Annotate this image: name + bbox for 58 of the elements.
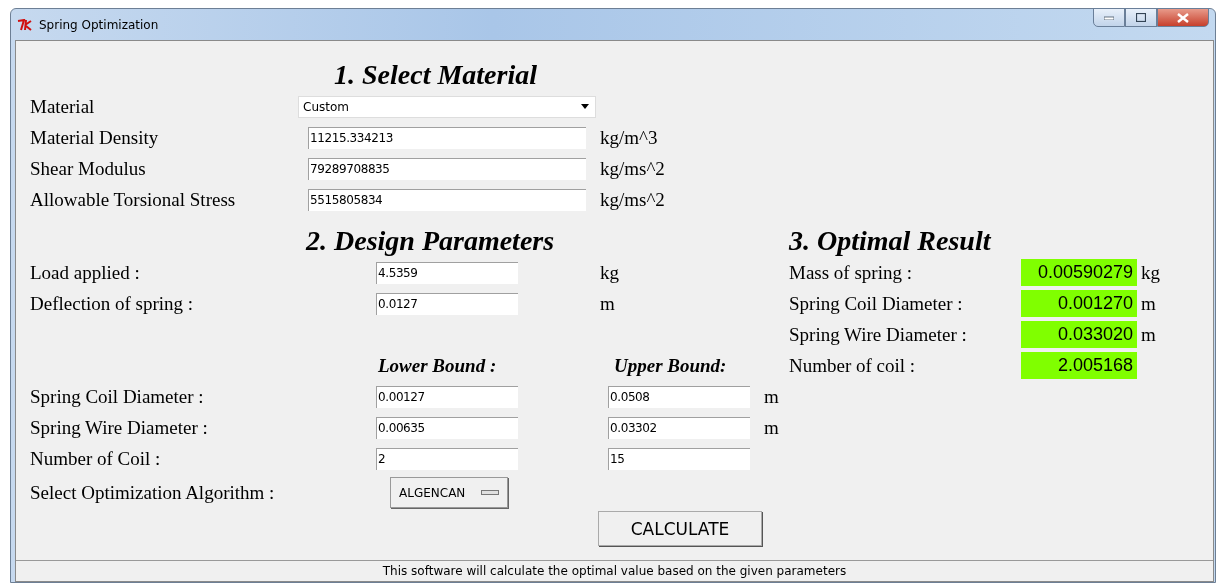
unit-label: m [1141,292,1156,315]
result-value: 0.00590279 [1021,259,1137,286]
result-value: 0.033020 [1021,321,1137,348]
section-heading: 2. Design Parameters [306,225,555,257]
result-label: Spring Wire Diameter : [789,323,968,346]
unit-label: m [1141,323,1156,346]
algorithm-menu-button[interactable]: ALGENCAN [390,477,508,508]
result-label: Mass of spring : [789,261,913,284]
section-heading: 3. Optimal Result [789,225,991,257]
material-dropdown[interactable]: Custom [298,95,596,118]
close-button[interactable] [1157,8,1209,27]
result-label: Number of coil : [789,354,917,377]
input-field[interactable]: 2 [376,447,518,470]
minimize-button[interactable] [1093,8,1125,27]
input-field[interactable]: 79289708835 [308,157,586,180]
unit-label: kg [600,261,619,284]
result-value: 0.001270 [1021,290,1137,317]
input-field[interactable]: 4.5359 [376,261,518,284]
input-field[interactable]: 15 [608,447,750,470]
section-heading: 1. Select Material [334,59,537,91]
field-label: Spring Coil Diameter : [30,385,205,408]
column-heading: Lower Bound : [378,354,498,377]
field-label: Number of Coil : [30,447,162,470]
unit-label: kg [1141,261,1160,284]
close-icon [1177,12,1189,23]
input-field[interactable]: 0.0508 [608,385,750,408]
maximize-button[interactable] [1125,8,1157,27]
dropdown-arrow-icon [581,104,589,109]
input-field[interactable]: 0.00127 [376,385,518,408]
window-title: Spring Optimization [39,17,159,32]
input-field[interactable]: 11215.334213 [308,126,586,149]
unit-label: m [764,416,779,439]
feather-logo-icon [17,18,33,31]
unit-label: m [764,385,779,408]
minimize-icon [1104,15,1114,20]
field-label: Material [30,95,96,118]
maximize-icon [1136,13,1146,22]
field-label: Deflection of spring : [30,292,195,315]
result-label: Spring Coil Diameter : [789,292,964,315]
input-field[interactable]: 0.03302 [608,416,750,439]
field-label: Load applied : [30,261,141,284]
field-label: Select Optimization Algorithm : [30,481,276,504]
field-label: Shear Modulus [30,157,147,180]
field-label: Spring Wire Diameter : [30,416,209,439]
calculate-button[interactable]: CALCULATE [598,511,762,546]
unit-label: m [600,292,615,315]
field-label: Allowable Torsional Stress [30,188,237,211]
unit-label: kg/ms^2 [600,188,665,211]
input-field[interactable]: 0.0127 [376,292,518,315]
column-heading: Upper Bound: [614,354,727,377]
unit-label: kg/m^3 [600,126,658,149]
input-field[interactable]: 5515805834 [308,188,586,211]
input-field[interactable]: 0.00635 [376,416,518,439]
unit-label: kg/ms^2 [600,157,665,180]
status-bar: This software will calculate the optimal value based on the given parameters [16,560,1213,581]
result-value: 2.005168 [1021,352,1137,379]
field-label: Material Density [30,126,160,149]
menu-indicator-icon [481,490,499,495]
